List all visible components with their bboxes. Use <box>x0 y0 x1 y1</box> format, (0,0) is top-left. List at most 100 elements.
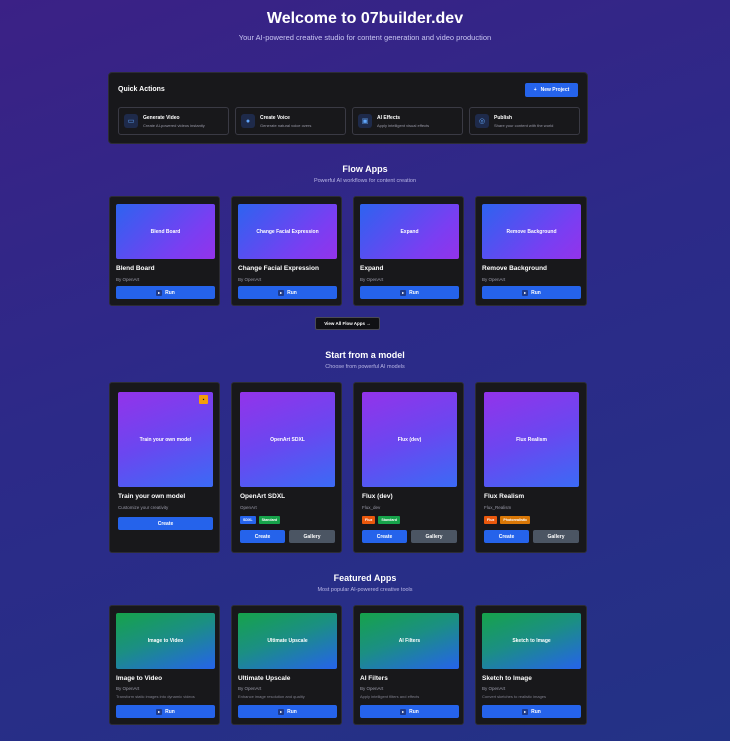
run-label: Run <box>409 708 419 715</box>
new-project-label: New Project <box>540 87 570 93</box>
flow-apps-subtitle: Powerful AI workflows for content creati… <box>313 178 417 184</box>
featured-app-desc: Apply intelligent filters and effects <box>360 694 420 699</box>
play-icon: ▸ <box>156 708 163 715</box>
create-button[interactable]: Create <box>240 530 285 543</box>
quick-action-name: Publish <box>494 115 513 121</box>
featured-app-card[interactable]: Ultimate Upscale Ultimate Upscale By Ope… <box>231 605 342 725</box>
featured-app-author: By OpenArt <box>116 686 140 691</box>
run-button[interactable]: ▸ Run <box>238 705 337 718</box>
plus-icon: + <box>533 87 537 93</box>
run-label: Run <box>287 289 297 296</box>
view-all-flow-apps-button[interactable]: View All Flow Apps → <box>315 317 380 330</box>
featured-app-card[interactable]: Sketch to Image Sketch to Image By OpenA… <box>475 605 587 725</box>
run-label: Run <box>531 708 541 715</box>
play-icon: ▸ <box>278 708 285 715</box>
quick-action-create-voice[interactable]: ● Create Voice Generate natural voice ov… <box>235 107 346 135</box>
flow-app-author: By OpenArt <box>360 277 384 282</box>
model-author: OpenArt <box>240 505 257 510</box>
play-icon: ▸ <box>522 289 529 296</box>
run-button[interactable]: ▸ Run <box>238 286 337 299</box>
quick-action-desc: Create AI-powered videos instantly <box>143 123 205 128</box>
model-card[interactable]: OpenArt SDXL OpenArt SDXL OpenArt SDXL S… <box>231 382 342 553</box>
mic-icon: ● <box>241 114 255 128</box>
page-subtitle: Your AI-powered creative studio for cont… <box>238 33 492 42</box>
model-author: Flux_dev <box>362 505 381 510</box>
quick-action-generate-video[interactable]: ▭ Generate Video Create AI-powered video… <box>118 107 229 135</box>
quick-action-ai-effects[interactable]: ▣ AI Effects Apply intelligent visual ef… <box>352 107 463 135</box>
flow-app-thumbnail: Blend Board <box>116 204 215 259</box>
model-tag: Standard <box>258 516 281 524</box>
flow-app-thumbnail: Expand <box>360 204 459 259</box>
gallery-button[interactable]: Gallery <box>533 530 579 543</box>
run-button[interactable]: ▸ Run <box>116 286 215 299</box>
run-label: Run <box>165 289 175 296</box>
run-button[interactable]: ▸ Run <box>360 286 459 299</box>
featured-app-name: Ultimate Upscale <box>238 675 291 682</box>
page-title: Welcome to 07builder.dev <box>266 10 464 27</box>
globe-icon: ◎ <box>475 114 489 128</box>
model-name: Flux (dev) <box>362 493 393 500</box>
flow-app-name: Blend Board <box>116 265 155 272</box>
flow-apps-title: Flow Apps <box>342 164 388 174</box>
quick-action-name: AI Effects <box>377 115 401 121</box>
flow-app-card[interactable]: Change Facial Expression Change Facial E… <box>231 196 342 306</box>
create-button[interactable]: Create <box>362 530 407 543</box>
model-thumbnail: Flux (dev) <box>362 392 457 487</box>
flow-app-author: By OpenArt <box>482 277 506 282</box>
play-icon: ▸ <box>400 708 407 715</box>
featured-app-author: By OpenArt <box>482 686 506 691</box>
run-label: Run <box>287 708 297 715</box>
new-project-button[interactable]: + New Project <box>525 83 578 97</box>
featured-app-card[interactable]: Image to Video Image to Video By OpenArt… <box>109 605 220 725</box>
quick-action-desc: Apply intelligent visual effects <box>377 123 430 128</box>
gallery-button[interactable]: Gallery <box>289 530 335 543</box>
model-tag: SDXL <box>240 516 256 524</box>
model-name: Train your own model <box>118 493 186 500</box>
flow-app-card[interactable]: Remove Background Remove Background By O… <box>475 196 587 306</box>
model-tag: Flux <box>362 516 376 524</box>
flow-app-author: By OpenArt <box>116 277 140 282</box>
save-icon: ▪ <box>199 395 208 404</box>
play-icon: ▸ <box>156 289 163 296</box>
run-label: Run <box>409 289 419 296</box>
featured-app-desc: Convert sketches to realistic images <box>482 694 547 699</box>
model-card[interactable]: Flux (dev) Flux (dev) Flux_dev Flux Stan… <box>353 382 464 553</box>
create-button[interactable]: Create <box>118 517 213 530</box>
featured-app-thumbnail: Ultimate Upscale <box>238 613 337 669</box>
flow-app-name: Change Facial Expression <box>238 265 319 272</box>
run-button[interactable]: ▸ Run <box>360 705 459 718</box>
model-card[interactable]: Train your own model ▪ Train your own mo… <box>109 382 220 553</box>
featured-app-desc: Enhance image resolution and quality <box>238 694 305 699</box>
run-button[interactable]: ▸ Run <box>482 705 581 718</box>
create-button[interactable]: Create <box>484 530 529 543</box>
image-icon: ▣ <box>358 114 372 128</box>
quick-actions-title: Quick Actions <box>118 86 165 93</box>
run-button[interactable]: ▸ Run <box>482 286 581 299</box>
flow-app-thumbnail: Change Facial Expression <box>238 204 337 259</box>
model-tag: Flux <box>484 516 498 524</box>
featured-app-desc: Transform static images into dynamic vid… <box>116 694 195 699</box>
featured-apps-title: Featured Apps <box>333 573 397 583</box>
flow-app-card[interactable]: Blend Board Blend Board By OpenArt ▸ Run <box>109 196 220 306</box>
play-icon: ▸ <box>400 289 407 296</box>
quick-action-desc: Generate natural voice overs <box>260 123 312 128</box>
quick-action-publish[interactable]: ◎ Publish Share your content with the wo… <box>469 107 580 135</box>
play-icon: ▸ <box>278 289 285 296</box>
featured-app-thumbnail: Sketch to Image <box>482 613 581 669</box>
video-icon: ▭ <box>124 114 138 128</box>
flow-app-card[interactable]: Expand Expand By OpenArt ▸ Run <box>353 196 464 306</box>
quick-actions-panel: Quick Actions + New Project ▭ Generate V… <box>108 72 588 144</box>
featured-app-card[interactable]: AI Filters AI Filters By OpenArt Apply i… <box>353 605 464 725</box>
featured-app-thumbnail: Image to Video <box>116 613 215 669</box>
featured-app-name: Sketch to Image <box>482 675 532 682</box>
run-button[interactable]: ▸ Run <box>116 705 215 718</box>
featured-app-author: By OpenArt <box>238 686 262 691</box>
model-thumbnail: Flux Realism <box>484 392 579 487</box>
model-caption: Customize your creativity <box>118 505 169 510</box>
featured-apps-subtitle: Most popular AI-powered creative tools <box>317 587 413 593</box>
flow-app-author: By OpenArt <box>238 277 262 282</box>
gallery-button[interactable]: Gallery <box>411 530 457 543</box>
models-subtitle: Choose from powerful AI models <box>325 364 405 370</box>
featured-app-thumbnail: AI Filters <box>360 613 459 669</box>
model-card[interactable]: Flux Realism Flux Realism Flux_Realism F… <box>475 382 587 553</box>
